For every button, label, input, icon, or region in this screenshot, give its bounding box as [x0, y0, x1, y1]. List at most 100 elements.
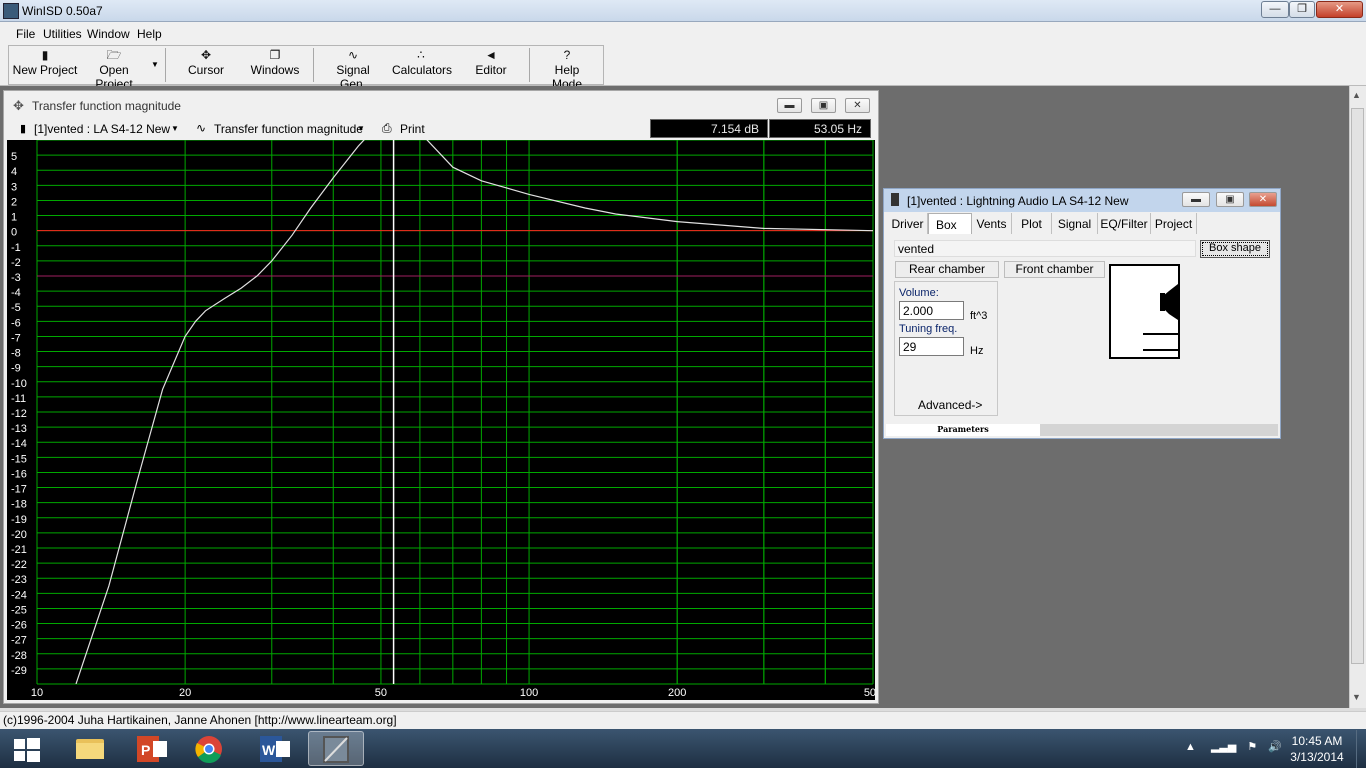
tab-signal[interactable]: Signal [1052, 213, 1098, 234]
y-tick-label: -12 [11, 408, 27, 420]
front-chamber-button[interactable]: Front chamber [1004, 261, 1105, 278]
signal-gen-button[interactable]: ∿ Signal Gen. [322, 47, 384, 91]
y-tick-label: -18 [11, 499, 27, 511]
start-button[interactable] [8, 733, 44, 765]
x-tick-label: 20 [179, 687, 191, 699]
svg-text:P: P [141, 742, 150, 758]
menu-file[interactable]: File [16, 27, 35, 41]
close-button[interactable]: ✕ [1316, 1, 1363, 18]
taskbar-powerpoint[interactable]: P [123, 731, 179, 766]
open-project-button[interactable]: 🗁 Open Project [80, 47, 148, 91]
graph-type-dropdown-icon[interactable]: ▼ [357, 124, 365, 133]
tuning-freq-input[interactable]: 29 [899, 337, 964, 356]
menu-help[interactable]: Help [137, 27, 162, 41]
parameters-window-title: [1]vented : Lightning Audio LA S4-12 New [907, 194, 1129, 208]
network-signal-icon[interactable]: ▂▃▅ [1211, 741, 1236, 753]
x-tick-label: 10 [31, 687, 43, 699]
y-tick-label: 0 [11, 227, 17, 239]
y-tick-label: -9 [11, 363, 21, 375]
winisd-icon [323, 736, 349, 763]
x-tick-label: 100 [520, 687, 538, 699]
open-project-dropdown-icon[interactable]: ▼ [151, 60, 159, 69]
printer-icon: ⎙ [382, 121, 392, 135]
volume-input[interactable]: 2.000 [899, 301, 964, 320]
print-button[interactable]: Print [400, 122, 425, 136]
box-diagram [1109, 264, 1180, 359]
minimize-button[interactable]: — [1261, 1, 1289, 18]
status-text: (c)1996-2004 Juha Hartikainen, Janne Aho… [3, 713, 397, 727]
x-tick-label: 50 [375, 687, 387, 699]
tab-box[interactable]: Box [928, 213, 972, 234]
y-tick-label: -28 [11, 650, 27, 662]
y-tick-label: -14 [11, 438, 27, 450]
cursor-button[interactable]: ✥ Cursor [178, 47, 234, 83]
param-maximize-button[interactable]: ▣ [1216, 192, 1244, 207]
param-close-button[interactable]: ✕ [1249, 192, 1277, 207]
parameters-window-icon [891, 193, 899, 206]
help-mode-button[interactable]: ? Help Mode [538, 47, 596, 91]
scroll-down-icon[interactable]: ▼ [1352, 692, 1361, 702]
y-tick-label: -1 [11, 242, 21, 254]
project-dropdown-icon[interactable]: ▼ [171, 124, 179, 133]
box-shape-button[interactable]: Box shape [1200, 240, 1270, 258]
tuning-freq-label: Tuning freq. [899, 323, 958, 335]
taskbar-word[interactable]: W [246, 731, 302, 766]
cursor-label: Cursor [187, 63, 224, 77]
taskbar-explorer[interactable] [62, 731, 118, 766]
graph-window-icon: ✥ [13, 98, 24, 113]
calculator-icon: ∴ [417, 48, 425, 62]
sine-wave-icon: ∿ [347, 48, 359, 62]
windows-label: Windows [250, 63, 300, 77]
y-tick-label: -2 [11, 257, 21, 269]
windows-logo-icon [14, 738, 40, 762]
param-minimize-button[interactable]: ▬ [1182, 192, 1210, 207]
tab-driver[interactable]: Driver [888, 213, 928, 234]
y-tick-label: -17 [11, 484, 27, 496]
scroll-up-icon[interactable]: ▲ [1352, 90, 1361, 100]
tab-vents[interactable]: Vents [972, 213, 1012, 234]
tray-expand-icon[interactable]: ▲ [1185, 741, 1196, 753]
box-name-field[interactable]: vented [894, 240, 1196, 257]
y-tick-label: -26 [11, 620, 27, 632]
menu-bar [0, 22, 1366, 44]
y-tick-label: -21 [11, 544, 27, 556]
y-tick-label: -3 [11, 272, 21, 284]
new-project-button[interactable]: ▮ New Project [12, 47, 78, 83]
y-tick-label: -19 [11, 514, 27, 526]
editor-button[interactable]: ◄ Editor [470, 47, 512, 83]
action-center-flag-icon[interactable]: ⚑ [1247, 741, 1257, 753]
app-icon[interactable] [3, 3, 19, 19]
menu-utilities[interactable]: Utilities [43, 27, 82, 41]
restore-button[interactable]: ❐ [1289, 1, 1315, 18]
clock-date[interactable]: 3/13/2014 [1287, 750, 1347, 764]
graph-close-button[interactable]: ✕ [845, 98, 870, 113]
menu-window[interactable]: Window [87, 27, 130, 41]
y-tick-label: -10 [11, 378, 27, 390]
tab-project[interactable]: Project [1151, 213, 1197, 234]
speaker-icon: ◄ [485, 48, 497, 62]
advanced-button[interactable]: Advanced-> [918, 398, 982, 412]
windows-button[interactable]: ❐ Windows [246, 47, 304, 83]
show-desktop-button[interactable] [1356, 730, 1366, 768]
graph-minimize-button[interactable]: ▬ [777, 98, 802, 113]
project-select[interactable]: [1]vented : LA S4-12 New [34, 122, 170, 136]
windows-icon: ❐ [269, 48, 281, 62]
volume-icon[interactable]: 🔊 [1268, 741, 1282, 753]
clock-time[interactable]: 10:45 AM [1287, 734, 1347, 748]
open-folder-icon: 🗁 [106, 48, 122, 62]
graph-type-select[interactable]: Transfer function magnitude [214, 122, 363, 136]
y-tick-label: -8 [11, 348, 21, 360]
taskbar-winisd[interactable] [308, 731, 364, 766]
taskbar-chrome[interactable] [181, 731, 237, 766]
tab-plot[interactable]: Plot [1012, 213, 1052, 234]
rear-chamber-button[interactable]: Rear chamber [895, 261, 999, 278]
parameters-footer-tab[interactable]: Parameters [886, 424, 1040, 436]
graph-maximize-button[interactable]: ▣ [811, 98, 836, 113]
y-tick-label: -4 [11, 287, 21, 299]
scrollbar-thumb[interactable] [1351, 108, 1364, 664]
file-explorer-icon [76, 739, 104, 759]
powerpoint-icon: P [137, 736, 167, 762]
calculators-button[interactable]: ∴ Calculators [392, 47, 452, 83]
transfer-function-plot[interactable]: 543210-1-2-3-4-5-6-7-8-9-10-11-12-13-14-… [7, 140, 875, 700]
tab-eq-filter[interactable]: EQ/Filter [1098, 213, 1151, 234]
